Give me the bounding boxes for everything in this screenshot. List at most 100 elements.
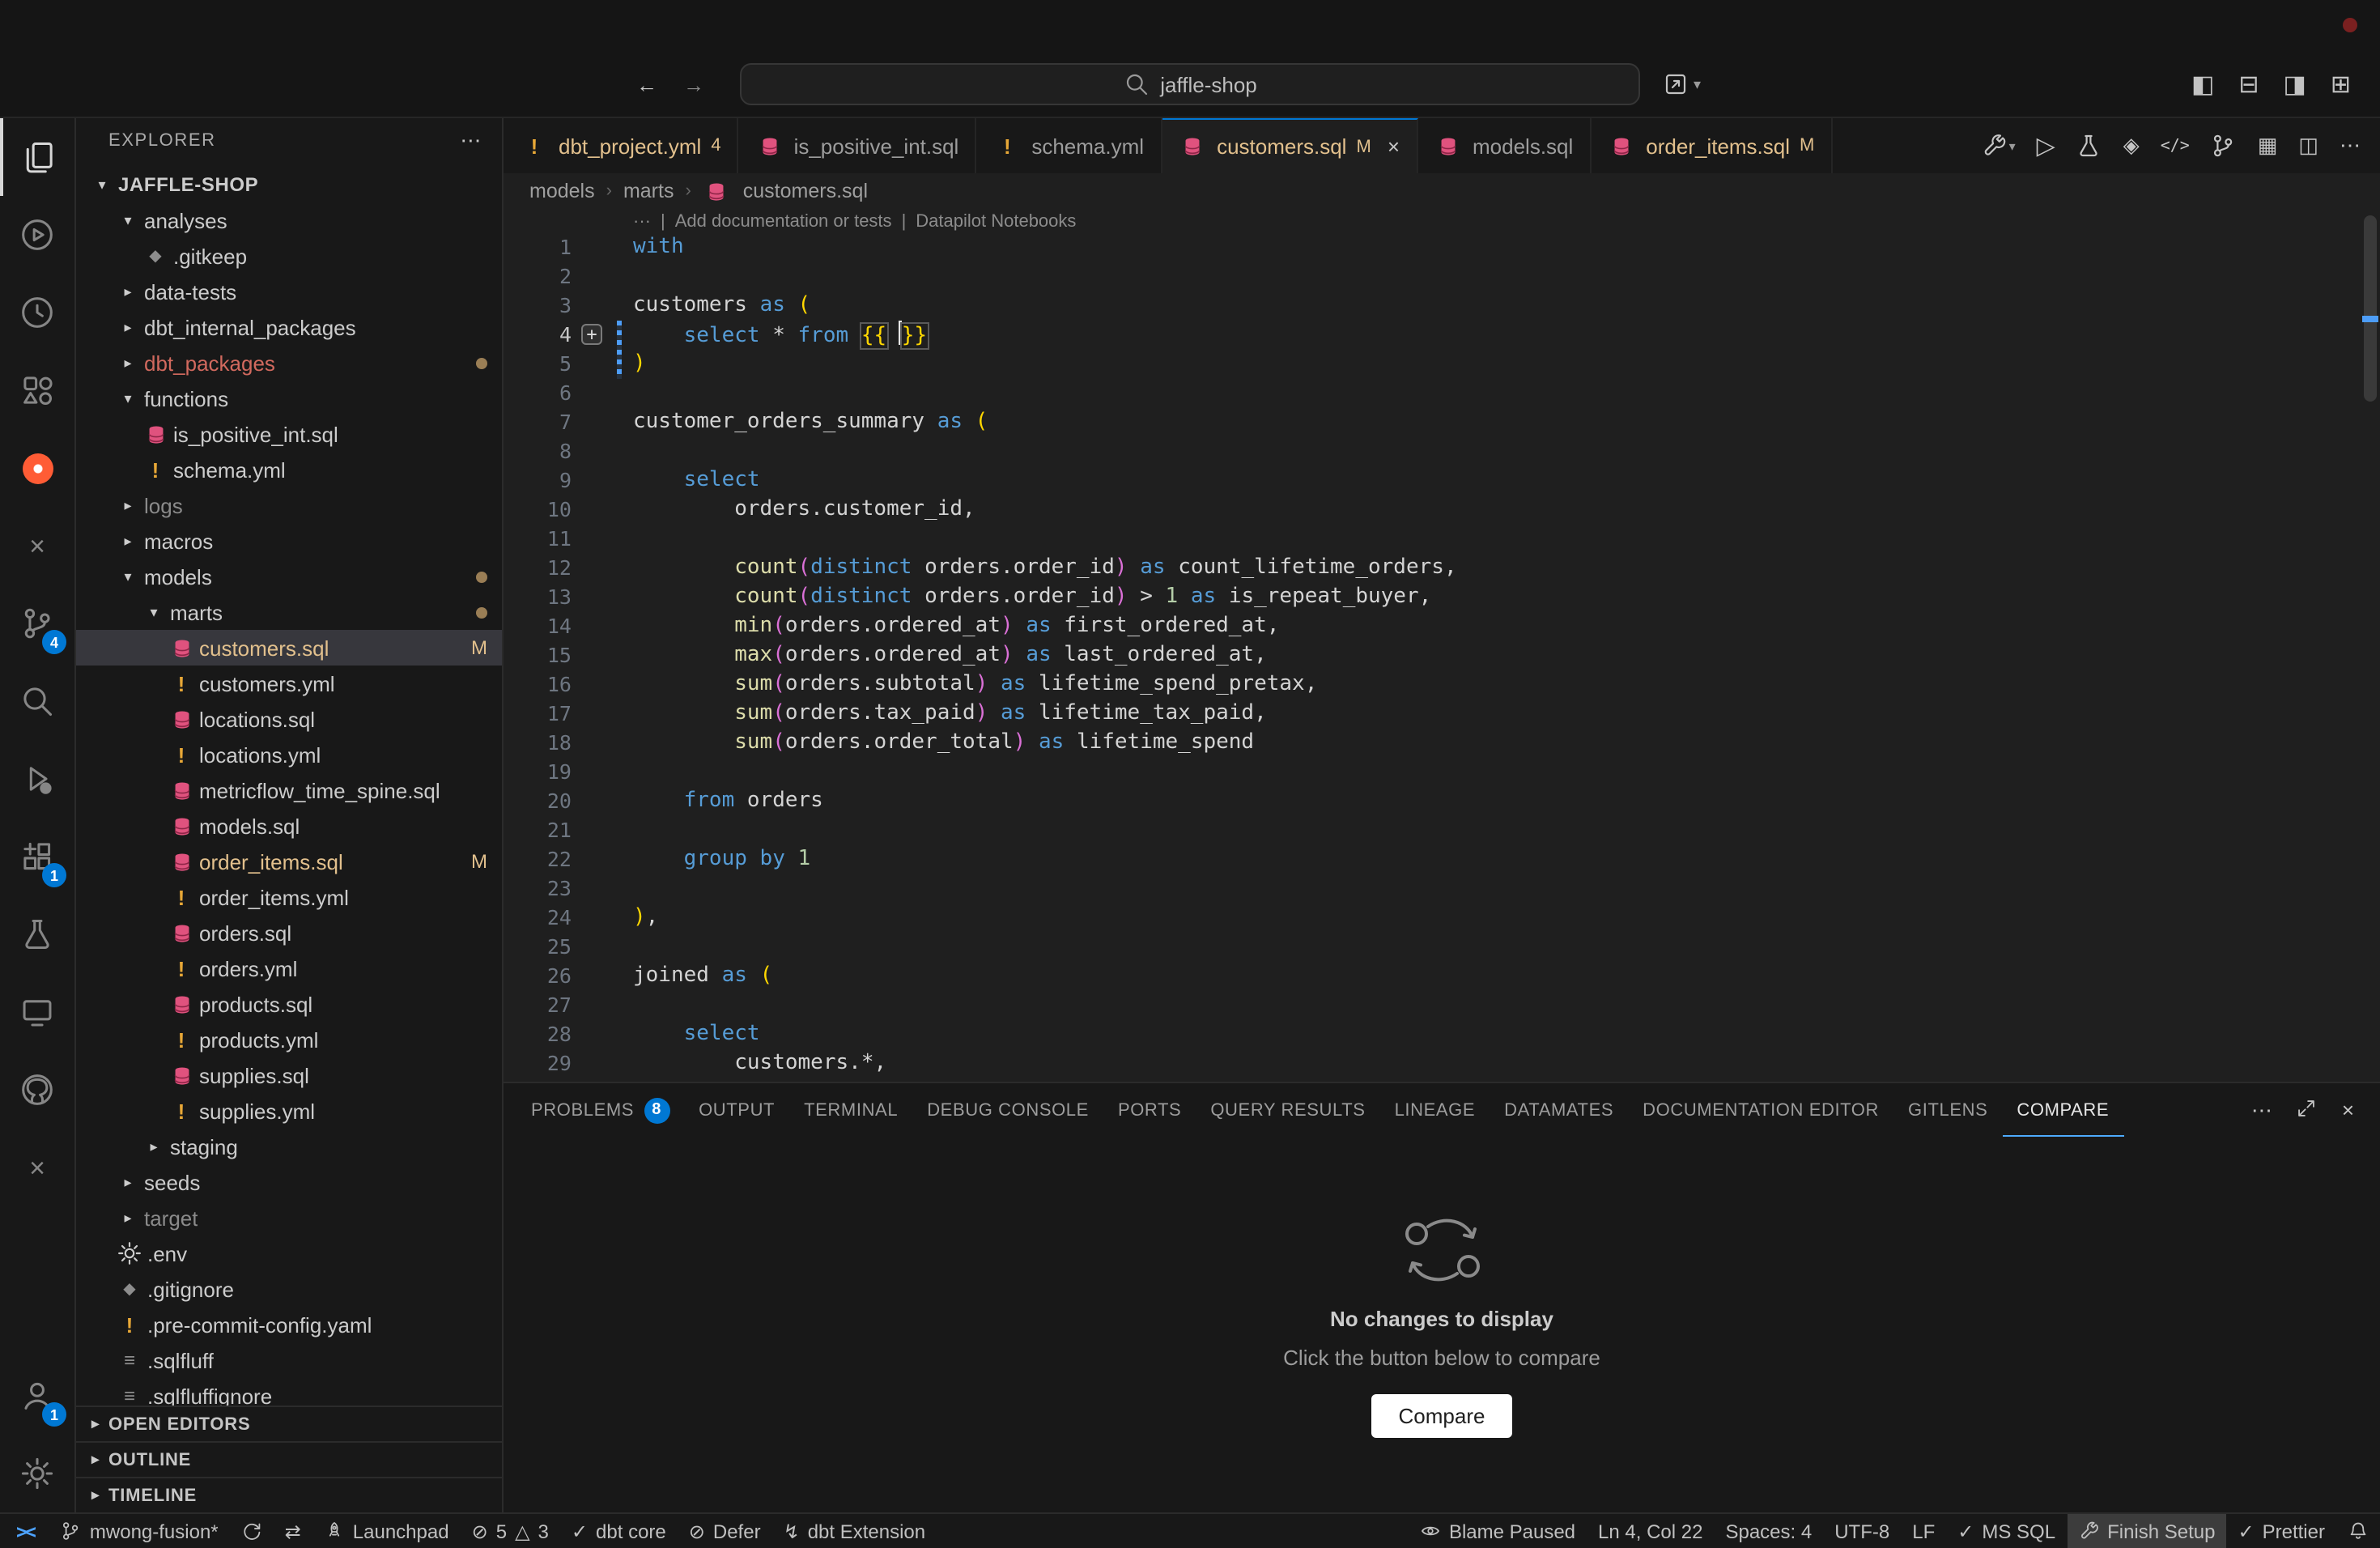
status-dbt-extension[interactable]: ↯dbt Extension [772,1514,937,1548]
tab-is-positive-int-sql[interactable]: is_positive_int.sql [739,118,977,173]
sidebar-item-supplies-sql[interactable]: supplies.sql [76,1057,502,1093]
sidebar-item-pre-commit-config-yaml[interactable]: !.pre-commit-config.yaml [76,1307,502,1342]
breadcrumb-item-customers-sql[interactable]: customers.sql [743,180,868,202]
split-editor[interactable]: ◫ [2298,133,2318,159]
sidebar-item-macros[interactable]: ▸macros [76,523,502,559]
sidebar-item-orders-yml[interactable]: !orders.yml [76,950,502,986]
activity-run-and-debug[interactable] [0,740,74,818]
sidebar-item-models[interactable]: ▾models [76,559,502,594]
section-open-editors[interactable]: ▸OPEN EDITORS [76,1406,502,1441]
panel-tab-debug-console[interactable]: DEBUG CONSOLE [912,1083,1103,1137]
status-encoding[interactable]: UTF-8 [1823,1514,1901,1548]
toggle-secondary-sidebar-icon[interactable]: ◨ [2283,70,2306,99]
sidebar-item-schema-yml[interactable]: !schema.yml [76,452,502,487]
section-timeline[interactable]: ▸TIMELINE [76,1477,502,1512]
activity-query-history[interactable] [0,274,74,351]
sidebar-item-supplies-yml[interactable]: !supplies.yml [76,1093,502,1129]
activity-remote-explorer[interactable] [0,973,74,1051]
panel-close-icon[interactable]: × [2342,1098,2354,1122]
breadcrumb-item-marts[interactable]: marts [623,180,674,202]
sidebar-item-order-items-sql[interactable]: order_items.sqlM [76,844,502,879]
status-finish-setup[interactable]: Finish Setup [2067,1514,2226,1548]
panel-tab-datamates[interactable]: DATAMATES [1490,1083,1628,1137]
sidebar-item-analyses[interactable]: ▾analyses [76,202,502,238]
breadcrumb-item-models[interactable]: models [529,180,595,202]
sidebar-item-data-tests[interactable]: ▸data-tests [76,274,502,309]
panel-tab-query-results[interactable]: QUERY RESULTS [1196,1083,1379,1137]
status-sync[interactable] [230,1514,274,1548]
codelens-add-documentation-or-tests[interactable]: Add documentation or tests [675,211,892,231]
compare-button[interactable]: Compare [1371,1393,1513,1437]
section-outline[interactable]: ▸OUTLINE [76,1441,502,1477]
status-language-mode[interactable]: ✓MS SQL [1946,1514,2067,1548]
pull-request[interactable] [2211,133,2237,159]
status-problems[interactable]: ⊘5△3 [461,1514,560,1548]
sidebar-item-products-sql[interactable]: products.sql [76,986,502,1022]
activity-settings[interactable] [0,1435,74,1512]
sidebar-item-gitkeep[interactable]: ◆.gitkeep [76,238,502,274]
execute-query[interactable]: ▷ [2037,131,2055,160]
panel-tab-lineage[interactable]: LINEAGE [1380,1083,1490,1137]
panel-tab-documentation-editor[interactable]: DOCUMENTATION EDITOR [1628,1083,1893,1137]
close-tab-icon[interactable]: × [1388,134,1400,159]
panel-tab-gitlens[interactable]: GITLENS [1893,1083,2002,1137]
breadcrumb[interactable]: models›marts›customers.sql [504,173,2380,209]
activity-run-results[interactable] [0,196,74,274]
sidebar-item-marts[interactable]: ▾marts [76,594,502,630]
codelens-datapilot-notebooks[interactable]: Datapilot Notebooks [916,211,1076,231]
forward-icon[interactable]: → [683,72,704,96]
toggle-panel-icon[interactable]: ⊟ [2238,70,2259,99]
sidebar-item-locations-sql[interactable]: locations.sql [76,701,502,737]
sidebar-item-orders-sql[interactable]: orders.sql [76,915,502,950]
activity-search[interactable] [0,662,74,740]
customize-layout-icon[interactable]: ⊞ [2331,70,2351,99]
sidebar-item-env[interactable]: .env [76,1235,502,1271]
sidebar-item-customers-yml[interactable]: !customers.yml [76,666,502,701]
tab-customers-sql[interactable]: customers.sqlM× [1162,118,1417,173]
activity-testing[interactable] [0,895,74,973]
remote-window-action[interactable]: ▾ [1663,63,1701,105]
sidebar-item-order-items-yml[interactable]: !order_items.yml [76,879,502,915]
status-remote-indicator[interactable]: >< [0,1514,49,1548]
activity-source-control[interactable]: 4 [0,585,74,662]
status-branch-compare[interactable]: ⇄ [274,1514,312,1548]
activity-symbols[interactable] [0,351,74,429]
sidebar-item-metricflow-time-spine-sql[interactable]: metricflow_time_spine.sql [76,772,502,808]
status-prettier[interactable]: ✓Prettier [2227,1514,2337,1548]
more-actions[interactable]: ⋯ [2340,133,2361,159]
status-indentation[interactable]: Spaces: 4 [1714,1514,1823,1548]
code-editor[interactable]: ···|Add documentation or tests|Datapilot… [504,209,2380,1082]
toggle-primary-sidebar-icon[interactable]: ◧ [2191,70,2214,99]
activity-explorer[interactable] [0,118,74,196]
dbt-build[interactable]: ▾ [1982,133,2016,159]
panel-tab-output[interactable]: OUTPUT [684,1083,789,1137]
status-defer[interactable]: ⊘Defer [678,1514,772,1548]
tab-models-sql[interactable]: models.sql [1417,118,1591,173]
back-icon[interactable]: ← [636,72,657,96]
panel-tab-compare[interactable]: COMPARE [2002,1083,2123,1137]
panel-maximize-icon[interactable] [2297,1097,2318,1123]
status-gitlens-blame[interactable]: Blame Paused [1409,1514,1587,1548]
codelens-more[interactable]: ··· [633,211,651,231]
status-launchpad[interactable]: Launchpad [312,1514,461,1548]
sidebar-item-customers-sql[interactable]: customers.sqlM [76,630,502,666]
status-eol[interactable]: LF [1901,1514,1946,1548]
sidebar-item-logs[interactable]: ▸logs [76,487,502,523]
sidebar-item-functions[interactable]: ▾functions [76,381,502,416]
sidebar-item-gitignore[interactable]: ◆.gitignore [76,1271,502,1307]
activity-extensions[interactable]: 1 [0,818,74,895]
explorer-more-icon[interactable]: ⋯ [460,128,482,154]
sidebar-item-dbt-internal-packages[interactable]: ▸dbt_internal_packages [76,309,502,345]
sidebar-item-locations-yml[interactable]: !locations.yml [76,737,502,772]
panel-more-icon[interactable]: ⋯ [2251,1097,2272,1123]
add-glyph-icon[interactable]: + [581,324,602,345]
sidebar-item-is-positive-int-sql[interactable]: is_positive_int.sql [76,416,502,452]
tab-dbt-project-yml[interactable]: !dbt_project.yml4 [504,118,739,173]
activity-extension-panel[interactable]: × [0,1129,74,1206]
sidebar-item-sqlfluffignore[interactable]: ≡.sqlfluffignore [76,1378,502,1406]
sidebar-item-staging[interactable]: ▸staging [76,1129,502,1164]
panel-tab-ports[interactable]: PORTS [1103,1083,1196,1137]
query-results-grid[interactable]: ▦ [2258,133,2278,159]
sidebar-item-models-sql[interactable]: models.sql [76,808,502,844]
status-notifications[interactable] [2336,1514,2380,1548]
